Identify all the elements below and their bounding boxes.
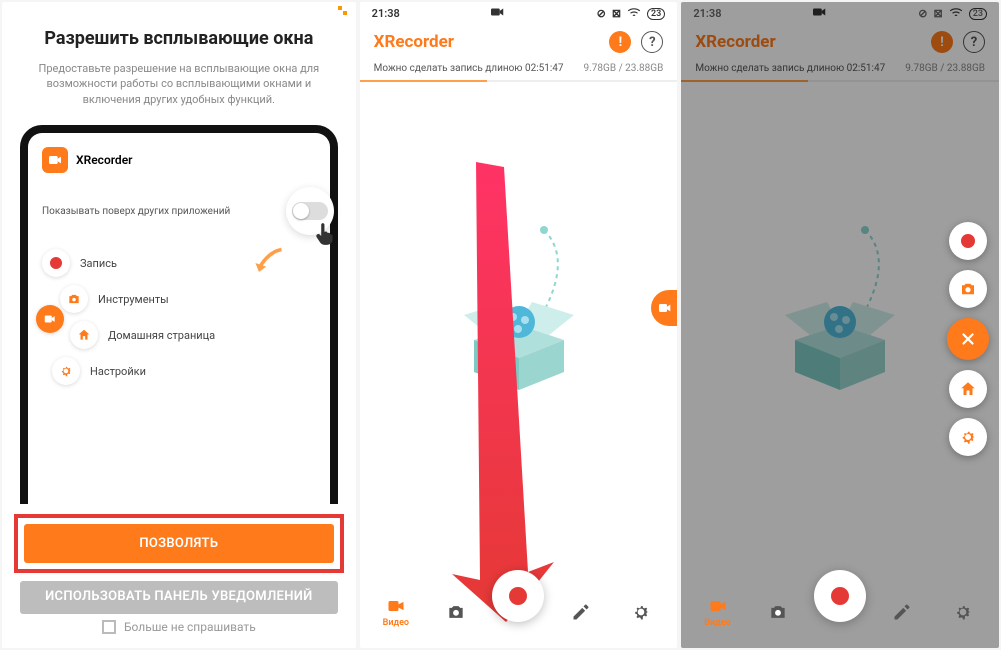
nav-photo[interactable]: [432, 602, 480, 622]
menu-item-home: Домашняя страница: [70, 321, 316, 349]
nav-photo[interactable]: [754, 602, 802, 622]
close-box-icon: ⊠: [612, 7, 621, 20]
menu-label: Настройки: [90, 365, 146, 378]
app-header: XRecorder ! ?: [360, 23, 678, 59]
overlay-permission-row: Показывать поверх других приложений: [42, 187, 316, 235]
camera-icon: [60, 285, 88, 313]
overlay-permission-label: Показывать поверх других приложений: [42, 206, 230, 217]
home-icon: [70, 321, 98, 349]
fab-settings[interactable]: [949, 418, 987, 456]
menu-label: Запись: [80, 257, 117, 270]
nav-video[interactable]: Видео: [372, 596, 420, 628]
toggle-highlight: [286, 187, 334, 235]
wifi-icon: [627, 6, 641, 21]
nav-video-label: Видео: [704, 618, 730, 628]
xrecorder-app-icon: [42, 147, 68, 173]
record-dot-icon: [961, 234, 975, 248]
fab-record[interactable]: [949, 222, 987, 260]
bottom-nav: Видео: [360, 578, 678, 648]
overlay-toggle[interactable]: [292, 202, 328, 220]
menu-label: Домашняя страница: [108, 329, 215, 342]
nav-video[interactable]: Видео: [694, 596, 742, 628]
nav-settings[interactable]: [617, 602, 665, 622]
floating-menu-preview: Запись Инструменты Домашняя страница Нас…: [42, 249, 316, 385]
dont-ask-label: Больше не спрашивать: [124, 620, 256, 634]
empty-box-illustration: [444, 220, 594, 400]
battery-indicator: 23: [647, 8, 665, 20]
status-time: 21:38: [372, 7, 400, 20]
recording-duration-text: Можно сделать запись длиною 02:51:47: [374, 63, 564, 74]
menu-label: Инструменты: [98, 293, 169, 306]
allow-button-highlight: ПОЗВОЛЯТЬ: [14, 514, 344, 573]
record-dot-icon: [831, 587, 849, 605]
menu-item-settings: Настройки: [52, 357, 316, 385]
nav-video-label: Видео: [383, 618, 409, 628]
dnd-icon: ⊘: [597, 7, 606, 20]
video-indicator-icon: [491, 7, 505, 20]
record-button[interactable]: [492, 570, 544, 622]
floating-action-menu: [947, 222, 989, 456]
app-main-pane: 21:38 ⊘ ⊠ 23 XRecorder ! ? Можно сделать…: [360, 2, 678, 648]
permission-dialog-pane: Разрешить всплывающие окна Предоставьте …: [2, 2, 356, 648]
video-anchor-icon: [36, 305, 64, 333]
fab-close[interactable]: [947, 318, 989, 360]
checkbox-icon[interactable]: [102, 620, 116, 634]
nav-settings[interactable]: [939, 602, 987, 622]
dialog-description: Предоставьте разрешение на всплывающие о…: [20, 61, 338, 107]
floating-camera-button[interactable]: [651, 290, 677, 326]
alert-icon[interactable]: !: [609, 31, 631, 53]
record-dot-icon: [509, 587, 527, 605]
app-brand: XRecorder: [374, 32, 454, 52]
app-header-row: XRecorder: [42, 147, 316, 173]
nav-edit[interactable]: [878, 602, 926, 622]
record-button[interactable]: [814, 570, 866, 622]
phone-mockup: XRecorder Показывать поверх других прило…: [20, 125, 338, 504]
dont-ask-row[interactable]: Больше не спрашивать: [20, 620, 338, 634]
fab-home[interactable]: [949, 370, 987, 408]
help-icon[interactable]: ?: [641, 31, 663, 53]
corner-decoration: [338, 6, 346, 14]
empty-state-canvas: [360, 82, 678, 578]
status-bar: 21:38 ⊘ ⊠ 23: [360, 2, 678, 23]
app-overlay-pane: 21:38 ⊘ ⊠ 23 XRecorder ! ? Можно сделать…: [681, 2, 999, 648]
pointing-hand-icon: [312, 221, 338, 247]
recording-info-bar: Можно сделать запись длиною 02:51:47 9.7…: [360, 59, 678, 80]
fab-camera[interactable]: [949, 270, 987, 308]
curved-arrow-icon: [250, 245, 286, 281]
bottom-nav: Видео: [681, 578, 999, 648]
allow-button[interactable]: ПОЗВОЛЯТЬ: [24, 524, 334, 563]
dialog-title: Разрешить всплывающие окна: [20, 28, 338, 49]
gear-icon: [52, 357, 80, 385]
record-icon: [42, 249, 70, 277]
nav-edit[interactable]: [557, 602, 605, 622]
use-notification-panel-button[interactable]: ИСПОЛЬЗОВАТЬ ПАНЕЛЬ УВЕДОМЛЕНИЙ: [20, 581, 338, 614]
storage-text: 9.78GB / 23.88GB: [584, 63, 664, 74]
app-name: XRecorder: [76, 153, 132, 167]
menu-item-tools: Инструменты: [60, 285, 316, 313]
